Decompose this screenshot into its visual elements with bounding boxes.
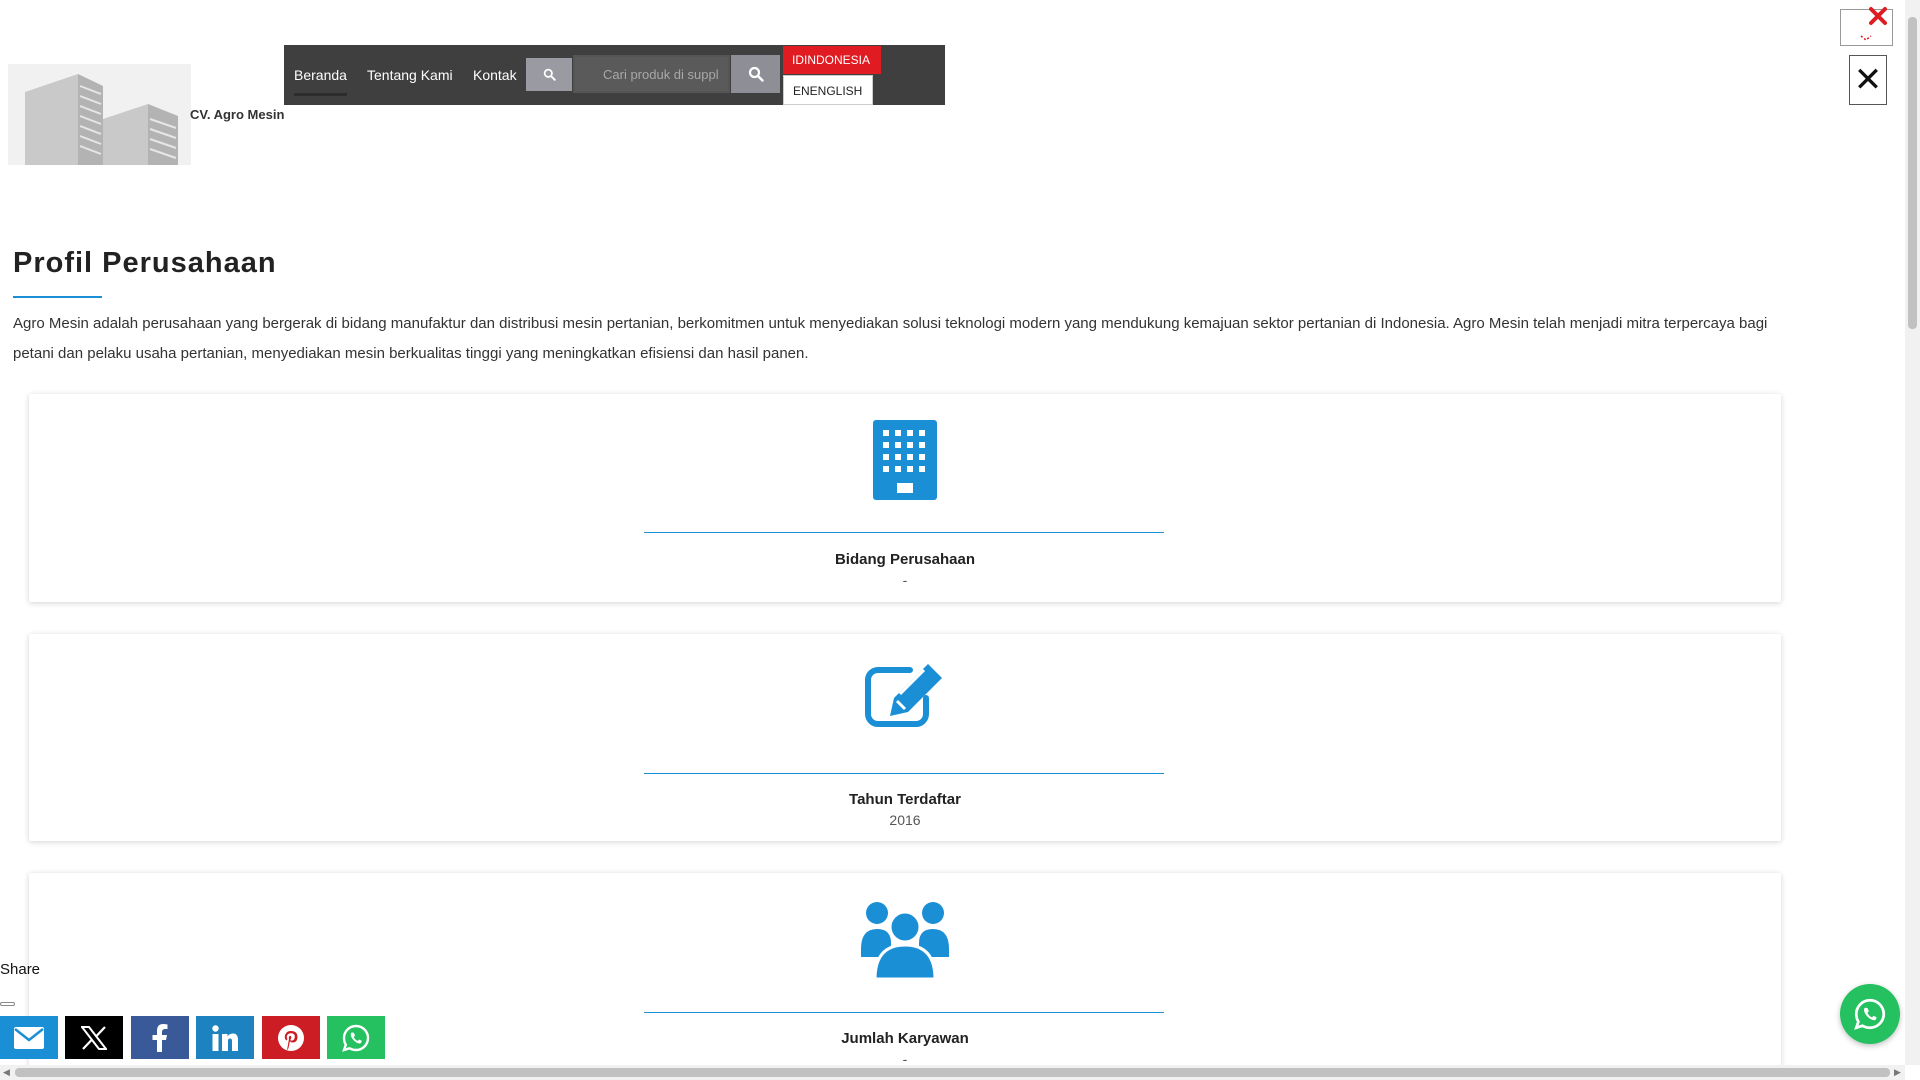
profile-card-tahun-terdaftar: Tahun Terdaftar 2016 <box>29 634 1781 841</box>
card-label: Tahun Terdaftar <box>849 791 961 808</box>
share-whatsapp-button[interactable] <box>327 1016 385 1059</box>
whatsapp-icon <box>1854 998 1886 1030</box>
card-divider <box>644 532 1164 533</box>
edit-icon <box>865 664 942 727</box>
share-x-button[interactable] <box>65 1016 123 1059</box>
pinterest-icon <box>278 1024 304 1051</box>
language-option-indonesia[interactable]: IDINDONESIA <box>783 46 881 74</box>
nav-item-tentang-kami[interactable]: Tentang Kami <box>367 45 453 105</box>
card-value: - <box>902 572 908 588</box>
search-icon <box>543 68 556 81</box>
users-icon <box>861 902 949 979</box>
search-input[interactable] <box>575 57 728 91</box>
company-logo[interactable] <box>8 64 191 165</box>
profile-card-bidang-perusahaan: Bidang Perusahaan - <box>29 394 1781 602</box>
close-button[interactable]: ✕ <box>1849 55 1887 105</box>
share-email-button[interactable] <box>0 1016 58 1059</box>
search-field-wrapper <box>573 55 730 93</box>
scroll-left-icon[interactable]: ◀ <box>3 1067 10 1078</box>
share-label: Share <box>0 961 41 978</box>
card-divider <box>644 1012 1164 1013</box>
vertical-scrollbar[interactable] <box>1905 0 1920 1065</box>
language-option-english[interactable]: ENENGLISH <box>783 75 873 105</box>
building-placeholder-icon <box>8 64 191 165</box>
email-icon <box>14 1026 44 1049</box>
x-icon <box>81 1025 107 1050</box>
search-icon <box>748 66 764 82</box>
whatsapp-chat-button[interactable] <box>1840 984 1900 1044</box>
share-linkedin-button[interactable] <box>196 1016 254 1059</box>
main-navbar: Beranda Tentang Kami Kontak IDINDONESIA … <box>284 45 945 105</box>
share-toggle-handle[interactable] <box>0 1002 15 1006</box>
scroll-right-icon[interactable]: ▶ <box>1894 1067 1901 1078</box>
vertical-scrollbar-thumb[interactable] <box>1908 17 1917 329</box>
search-submit-button[interactable] <box>731 55 780 93</box>
linkedin-icon <box>212 1024 238 1051</box>
company-name[interactable]: CV. Agro Mesin <box>190 107 284 122</box>
share-facebook-button[interactable] <box>131 1016 189 1059</box>
title-underline <box>13 296 102 298</box>
horizontal-scrollbar[interactable]: ◀ ▶ <box>0 1065 1905 1080</box>
share-pinterest-button[interactable] <box>262 1016 320 1059</box>
search-toggle-button[interactable] <box>526 58 572 91</box>
horizontal-scrollbar-thumb[interactable] <box>15 1068 1890 1077</box>
facebook-icon <box>152 1023 168 1052</box>
card-value: 2016 <box>889 812 921 828</box>
dismiss-icon[interactable] <box>1867 5 1889 32</box>
building-icon <box>873 420 937 500</box>
page-title: Profil Perusahaan <box>13 247 277 279</box>
company-description: Agro Mesin adalah perusahaan yang berger… <box>13 315 1768 362</box>
nav-item-beranda[interactable]: Beranda <box>294 45 347 96</box>
close-icon: ✕ <box>1853 61 1883 99</box>
card-divider <box>644 773 1164 774</box>
nav-item-kontak[interactable]: Kontak <box>473 45 517 105</box>
card-label: Bidang Perusahaan <box>834 551 976 568</box>
whatsapp-icon <box>342 1024 370 1052</box>
